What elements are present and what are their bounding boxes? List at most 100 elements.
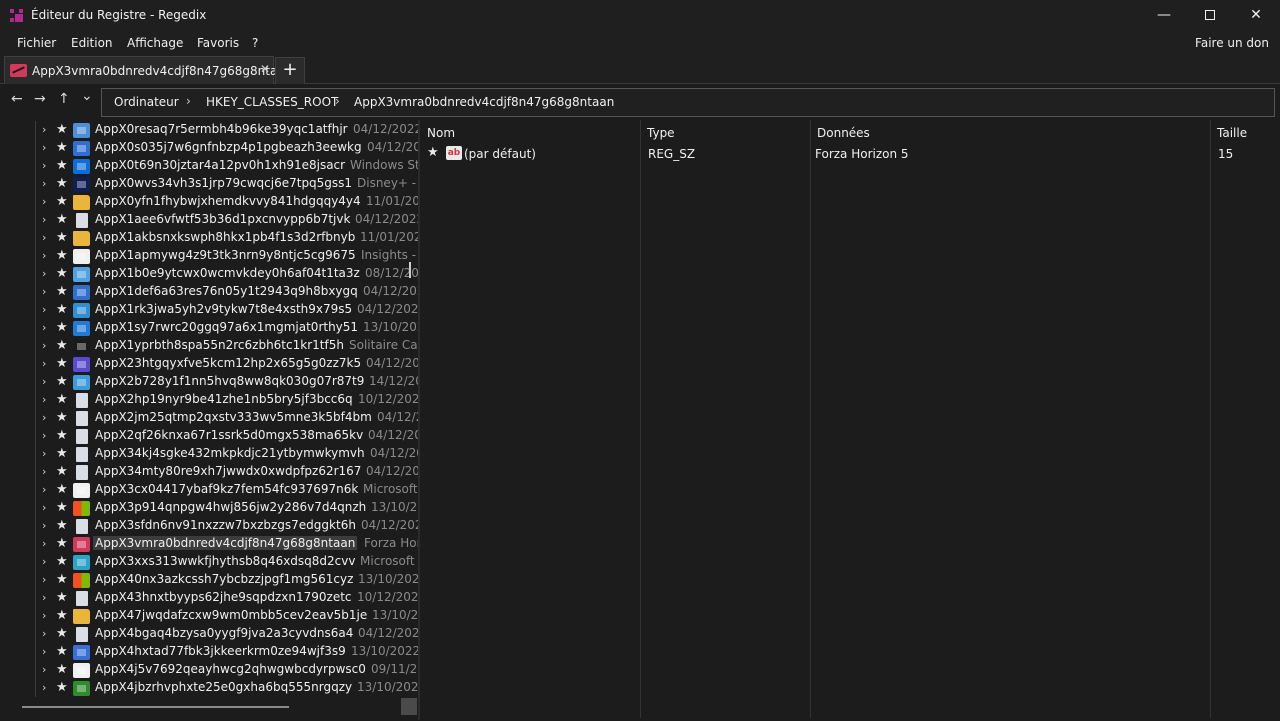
tree-item[interactable]: › ★ AppX40nx3azkcssh7ybcbzzjpgf1mg561cyz 13… — [0, 571, 418, 589]
favorite-star-icon[interactable]: ★ — [56, 644, 68, 659]
expand-chevron-icon[interactable]: › — [42, 645, 46, 658]
menu-favoris[interactable]: Favoris — [197, 36, 239, 50]
tree-item[interactable]: › ★ AppX2b728y1f1nn5hvq8ww8qk030g07r87t9 14… — [0, 373, 418, 391]
expand-chevron-icon[interactable]: › — [42, 123, 46, 136]
favorite-star-icon[interactable]: ★ — [56, 572, 68, 587]
expand-chevron-icon[interactable]: › — [42, 177, 46, 190]
favorite-star-icon[interactable]: ★ — [56, 464, 68, 479]
column-header-type[interactable]: Type — [647, 126, 675, 140]
tree-item[interactable]: › ★ AppX3sfdn6nv91nxzzw7bxzbzgs7edggkt6h 04… — [0, 517, 418, 535]
expand-chevron-icon[interactable]: › — [42, 609, 46, 622]
favorite-star-icon[interactable]: ★ — [56, 122, 68, 137]
expand-chevron-icon[interactable]: › — [42, 681, 46, 694]
registry-tree[interactable]: › ★ AppX0resaq7r5ermbh4b96ke39yqc1atfhjr 04… — [0, 120, 418, 718]
tree-item[interactable]: › ★ AppX4jbzrhvphxte25e0gxha6bq555nrgqzy 13… — [0, 679, 418, 697]
expand-chevron-icon[interactable]: › — [42, 213, 46, 226]
tree-item[interactable]: › ★ AppX4j5v7692qeayhwcg2qhwgwbcdyrpwsc0 09… — [0, 661, 418, 679]
tree-item[interactable]: › ★ AppX0t69n30jztar4a12pv0h1xh91e8jsacr Wi… — [0, 157, 418, 175]
tree-item[interactable]: › ★ AppX1rk3jwa5yh2v9tykw7t8e4xsth9x79s5 04… — [0, 301, 418, 319]
favorite-star-icon[interactable]: ★ — [56, 158, 68, 173]
favorite-star-icon[interactable]: ★ — [56, 554, 68, 569]
expand-chevron-icon[interactable]: › — [42, 447, 46, 460]
tree-item[interactable]: › ★ AppX34mty80re9xh7jwwdx0xwdpfpz62r167 04… — [0, 463, 418, 481]
column-divider[interactable] — [640, 120, 641, 718]
up-arrow-icon[interactable]: ↑ — [58, 91, 70, 107]
favorite-star-icon[interactable]: ★ — [56, 284, 68, 299]
favorite-star-icon[interactable]: ★ — [427, 145, 439, 160]
favorite-star-icon[interactable]: ★ — [56, 338, 68, 353]
expand-chevron-icon[interactable]: › — [42, 195, 46, 208]
close-button[interactable]: ✕ — [1233, 0, 1279, 32]
tree-item[interactable]: › ★ AppX1aee6vfwtf53b36d1pxcnvypp6b7tjvk 04… — [0, 211, 418, 229]
tree-item[interactable]: › ★ AppX2qf26knxa67r1ssrk5d0mgx538ma65kv 04… — [0, 427, 418, 445]
column-divider[interactable] — [810, 120, 811, 718]
menu-affichage[interactable]: Affichage — [127, 36, 183, 50]
column-header-name[interactable]: Nom — [427, 126, 455, 140]
tree-horizontal-scrollbar[interactable] — [22, 706, 289, 708]
expand-chevron-icon[interactable]: › — [42, 231, 46, 244]
expand-chevron-icon[interactable]: › — [42, 573, 46, 586]
tree-item[interactable]: › ★ AppX2jm25qtmp2qxstv333wv5mne3k5bf4bm 04… — [0, 409, 418, 427]
tree-item[interactable]: › ★ AppX3cx04417ybaf9kz7fem54fc937697n6k Mi… — [0, 481, 418, 499]
breadcrumb-hkcr[interactable]: HKEY_CLASSES_ROOT — [206, 95, 338, 109]
tree-item[interactable]: › ★ AppX3vmra0bdnredv4cdjf8n47g68g8ntaan Fo… — [0, 535, 418, 553]
tab-close-icon[interactable]: ✕ — [260, 62, 270, 76]
favorite-star-icon[interactable]: ★ — [56, 446, 68, 461]
expand-chevron-icon[interactable]: › — [42, 249, 46, 262]
expand-chevron-icon[interactable]: › — [42, 501, 46, 514]
favorite-star-icon[interactable]: ★ — [56, 626, 68, 641]
favorite-star-icon[interactable]: ★ — [56, 140, 68, 155]
tree-scrollbar-thumb[interactable] — [409, 262, 411, 278]
tree-item[interactable]: › ★ AppX1yprbth8spa55n2rc6zbh6tc1kr1tf5h So… — [0, 337, 418, 355]
expand-chevron-icon[interactable]: › — [42, 555, 46, 568]
favorite-star-icon[interactable]: ★ — [56, 680, 68, 695]
donate-link[interactable]: Faire un don — [1195, 36, 1269, 50]
tree-item[interactable]: › ★ AppX1sy7rwrc20ggq97a6x1mgmjat0rthy51 13… — [0, 319, 418, 337]
expand-chevron-icon[interactable]: › — [42, 411, 46, 424]
value-row[interactable]: ★ ab (par défaut) REG_SZ Forza Horizon 5… — [420, 144, 1276, 164]
expand-chevron-icon[interactable]: › — [42, 663, 46, 676]
favorite-star-icon[interactable]: ★ — [56, 518, 68, 533]
favorite-star-icon[interactable]: ★ — [56, 428, 68, 443]
tree-item[interactable]: › ★ AppX0s035j7w6gnfnbzp4p1pgbeazh3eewkg 04… — [0, 139, 418, 157]
favorite-star-icon[interactable]: ★ — [56, 590, 68, 605]
expand-chevron-icon[interactable]: › — [42, 159, 46, 172]
tree-item[interactable]: › ★ AppX4hxtad77fbk3jkkeerkrm0ze94wjf3s9 13… — [0, 643, 418, 661]
favorite-star-icon[interactable]: ★ — [56, 392, 68, 407]
tree-item[interactable]: › ★ AppX1def6a63res76n05y1t2943q9h8bxygq 04… — [0, 283, 418, 301]
tree-item[interactable]: › ★ AppX23htgqyxfve5kcm12hp2x65g5g0zz7k5 04… — [0, 355, 418, 373]
tree-item[interactable]: › ★ AppX0wvs34vh3s1jrp79cwqcj6e7tpq5gss1 Di… — [0, 175, 418, 193]
values-scrollbar[interactable] — [1276, 120, 1279, 718]
expand-chevron-icon[interactable]: › — [42, 591, 46, 604]
menu-edition[interactable]: Edition — [71, 36, 113, 50]
column-header-data[interactable]: Données — [817, 126, 870, 140]
favorite-star-icon[interactable]: ★ — [56, 410, 68, 425]
forward-arrow-icon[interactable]: → — [34, 91, 46, 107]
favorite-star-icon[interactable]: ★ — [56, 176, 68, 191]
tree-item[interactable]: › ★ AppX0yfn1fhybwjxhemdkvvy841hdgqqy4y4 11… — [0, 193, 418, 211]
favorite-star-icon[interactable]: ★ — [56, 320, 68, 335]
expand-chevron-icon[interactable]: › — [42, 393, 46, 406]
maximize-button[interactable] — [1187, 0, 1233, 32]
tree-item[interactable]: › ★ AppX3p914qnpgw4hwj856jw2y286v7d4qnzh 13… — [0, 499, 418, 517]
tree-item[interactable]: › ★ AppX34kj4sgke432mkpkdjc21ytbymwkymvh 04… — [0, 445, 418, 463]
favorite-star-icon[interactable]: ★ — [56, 248, 68, 263]
favorite-star-icon[interactable]: ★ — [56, 608, 68, 623]
breadcrumb-current-key[interactable]: AppX3vmra0bdnredv4cdjf8n47g68g8ntaan — [354, 95, 614, 109]
favorite-star-icon[interactable]: ★ — [56, 266, 68, 281]
favorite-star-icon[interactable]: ★ — [56, 356, 68, 371]
expand-chevron-icon[interactable]: › — [42, 627, 46, 640]
expand-chevron-icon[interactable]: › — [42, 483, 46, 496]
favorite-star-icon[interactable]: ★ — [56, 212, 68, 227]
tree-item[interactable]: › ★ AppX43hnxtbyyps62jhe9sqpdzxn1790zetc 10… — [0, 589, 418, 607]
expand-chevron-icon[interactable]: › — [42, 303, 46, 316]
column-divider[interactable] — [1210, 120, 1211, 718]
column-header-size[interactable]: Taille — [1217, 126, 1247, 140]
expand-chevron-icon[interactable]: › — [42, 339, 46, 352]
address-bar[interactable]: Ordinateur › HKEY_CLASSES_ROOT › AppX3vm… — [101, 88, 1275, 117]
expand-chevron-icon[interactable]: › — [42, 321, 46, 334]
tree-item[interactable]: › ★ AppX47jwqdafzcxw9wm0mbb5cev2eav5b1je 13… — [0, 607, 418, 625]
expand-chevron-icon[interactable]: › — [42, 429, 46, 442]
expand-chevron-icon[interactable]: › — [42, 267, 46, 280]
expand-chevron-icon[interactable]: › — [42, 537, 46, 550]
